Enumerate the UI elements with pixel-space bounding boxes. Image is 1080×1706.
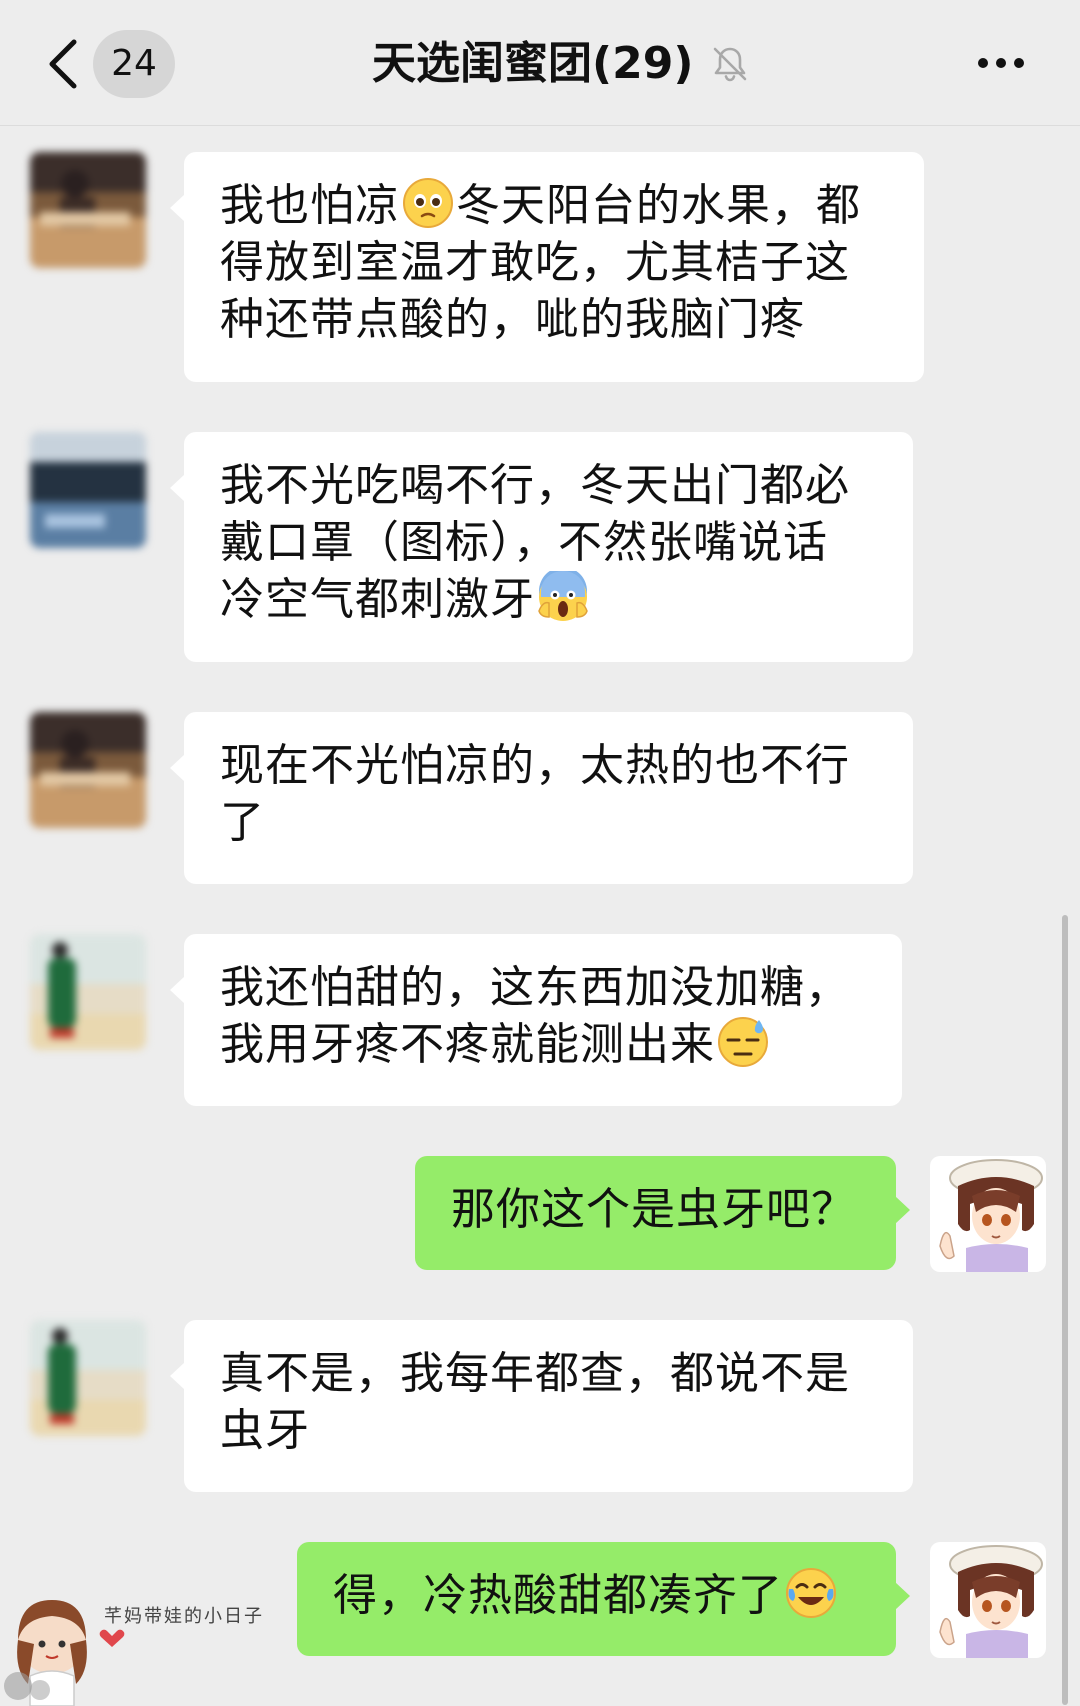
- message-text: 现在不光怕凉的，太热的也不行: [220, 740, 850, 791]
- screaming-face-emoji-icon: [538, 571, 588, 621]
- watermark-logo: [4, 1600, 125, 1706]
- self-avatar[interactable]: [930, 1156, 1046, 1272]
- message-text: 冬天阳台的水果，都: [456, 180, 861, 231]
- mute-bell-icon: [713, 47, 747, 82]
- message-text: 我用牙疼不疼就能测出来: [220, 1019, 715, 1070]
- pleading-face-emoji-icon: [403, 178, 453, 228]
- self-avatar[interactable]: [930, 1542, 1046, 1658]
- message-bubble[interactable]: 我也怕凉 冬天阳台的水果，都 得放到室温才敢吃，尤其桔子这 种还带点酸的，呲的我脑…: [170, 152, 924, 382]
- message-text: 得，冷热酸甜都凑齐了: [333, 1570, 783, 1621]
- loudly-laughing-face-emoji-icon: [786, 1568, 836, 1618]
- message-text: 我还怕甜的，这东西加没加糖，: [220, 962, 850, 1013]
- watermark-text: 芊妈带娃的小日子: [104, 1606, 264, 1627]
- more-options-icon[interactable]: [976, 46, 1026, 80]
- message-text: 那你这个是虫牙吧？: [451, 1184, 856, 1235]
- message-bubble[interactable]: 现在不光怕凉的，太热的也不行 了: [170, 712, 913, 884]
- message-bubble[interactable]: 得，冷热酸甜都凑齐了: [297, 1542, 910, 1656]
- chat-header: 24 天选闺蜜团(29): [0, 0, 1080, 126]
- avatar[interactable]: [30, 712, 146, 828]
- message-text: 了: [220, 797, 265, 848]
- back-arrow-icon[interactable]: [44, 36, 88, 92]
- message-bubble[interactable]: 我还怕甜的，这东西加没加糖， 我用牙疼不疼就能测出来: [170, 934, 902, 1106]
- message-text: 我不光吃喝不行，冬天出门都必: [220, 460, 850, 511]
- chat-title: 天选闺蜜团(29): [372, 38, 694, 89]
- avatar[interactable]: [30, 152, 146, 268]
- message-text: 真不是，我每年都查，都说不是: [220, 1348, 850, 1399]
- message-text: 我也怕凉: [220, 180, 400, 231]
- message-text: 冷空气都刺激牙: [220, 574, 535, 625]
- avatar[interactable]: [30, 432, 146, 548]
- unread-count-badge[interactable]: 24: [93, 30, 175, 98]
- scrollbar[interactable]: [1062, 915, 1068, 1705]
- message-text: 虫牙: [220, 1405, 310, 1456]
- message-bubble[interactable]: 那你这个是虫牙吧？: [415, 1156, 910, 1270]
- downcast-sweat-face-emoji-icon: [718, 1017, 768, 1067]
- avatar[interactable]: [30, 934, 146, 1050]
- avatar[interactable]: [30, 1320, 146, 1436]
- message-text: 得放到室温才敢吃，尤其桔子这: [220, 237, 850, 288]
- message-bubble[interactable]: 真不是，我每年都查，都说不是 虫牙: [170, 1320, 913, 1492]
- message-bubble[interactable]: 我不光吃喝不行，冬天出门都必 戴口罩（图标），不然张嘴说话 冷空气都刺激牙: [170, 432, 913, 662]
- message-text: 种还带点酸的，呲的我脑门疼: [220, 294, 805, 345]
- message-text: 戴口罩（图标），不然张嘴说话: [220, 517, 828, 568]
